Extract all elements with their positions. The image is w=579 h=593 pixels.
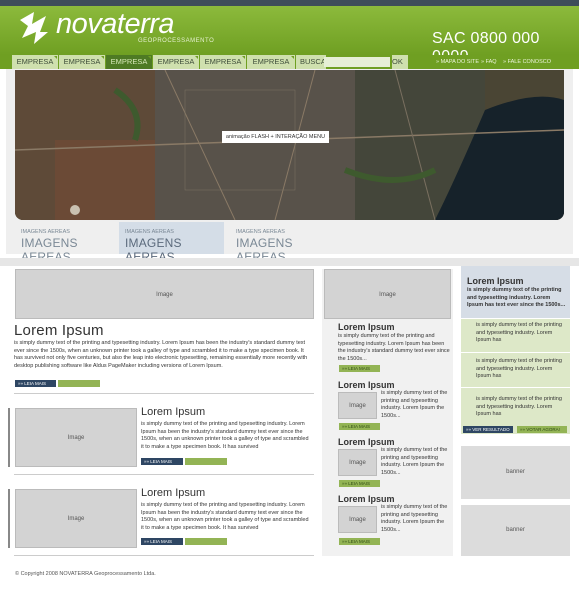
- lead-read-more-button[interactable]: »» LEIA MAIS: [15, 380, 56, 387]
- search-label: BUSCA: [296, 55, 326, 69]
- banner-2[interactable]: banner: [461, 505, 570, 556]
- middle-item-1-title[interactable]: Lorem Ipsum: [338, 380, 395, 390]
- hero-tab-1-small: IMAGENS AEREAS: [21, 229, 70, 235]
- item-1-title[interactable]: Lorem Ipsum: [141, 406, 205, 418]
- divider: [14, 393, 314, 394]
- item-2-title[interactable]: Lorem Ipsum: [141, 487, 205, 499]
- contact-link[interactable]: » FALE CONOSCO: [503, 59, 551, 65]
- middle-first-text: is simply dummy text of the printing and…: [338, 333, 450, 362]
- faq-link[interactable]: » FAQ: [481, 59, 497, 65]
- poll-option-1[interactable]: is simply dummy text of the printing and…: [476, 322, 566, 345]
- divider: [14, 474, 314, 475]
- middle-item-2-title[interactable]: Lorem Ipsum: [338, 437, 395, 447]
- divider-stripe: [0, 258, 579, 266]
- divider: [14, 555, 314, 556]
- middle-item-1-text: is simply dummy text of the printing and…: [381, 390, 448, 419]
- lead-text: is simply dummy text of the printing and…: [14, 340, 308, 369]
- search-input[interactable]: [324, 57, 390, 67]
- middle-item-2-read-more[interactable]: »» LEIA MAIS: [339, 480, 380, 487]
- nav-tab-empresa-6[interactable]: EMPRESA: [247, 55, 296, 69]
- item-2-read-more-button[interactable]: »» LEIA MAIS: [141, 538, 183, 545]
- lead-read-more-bar: [58, 380, 100, 387]
- divider: [461, 387, 570, 388]
- hero-tab-1[interactable]: IMAGENS AEREAS IMAGENS AEREAS: [15, 222, 119, 264]
- logo-icon[interactable]: [18, 10, 50, 46]
- middle-item-3-image[interactable]: Image: [338, 506, 377, 533]
- hero-tab-2[interactable]: IMAGENS AEREAS IMAGENS AEREAS: [119, 222, 224, 264]
- divider: [461, 318, 570, 319]
- middle-item-3-text: is simply dummy text of the printing and…: [381, 504, 448, 533]
- poll-option-3[interactable]: is simply dummy text of the printing and…: [476, 396, 566, 419]
- item-2-text: is simply dummy text of the printing and…: [141, 502, 309, 531]
- poll-option-2[interactable]: is simply dummy text of the printing and…: [476, 358, 566, 381]
- poll-question: is simply dummy text of the printing and…: [467, 287, 566, 308]
- lead-title[interactable]: Lorem Ipsum: [14, 322, 104, 339]
- flash-placeholder-label: animação FLASH + INTERAÇÃO MENU: [222, 131, 329, 143]
- hero-tab-3[interactable]: IMAGENS AEREAS IMAGENS AEREAS: [230, 222, 340, 264]
- hero-tab-3-small: IMAGENS AEREAS: [236, 229, 285, 235]
- nav-tab-empresa-1[interactable]: EMPRESA: [12, 55, 59, 69]
- poll-title: Lorem Ipsum: [467, 276, 524, 286]
- item-2-marker: [8, 489, 10, 548]
- item-2-image[interactable]: Image: [15, 489, 137, 548]
- item-1-image[interactable]: Image: [15, 408, 137, 467]
- poll-result-button[interactable]: »» VER RESULTADO: [463, 426, 513, 433]
- item-2-read-more-bar: [185, 538, 227, 545]
- satellite-map-image[interactable]: [15, 70, 564, 220]
- nav-tab-empresa-3[interactable]: EMPRESA: [106, 55, 153, 69]
- logo-text[interactable]: novaterra: [56, 8, 175, 40]
- item-1-read-more-button[interactable]: »» LEIA MAIS: [141, 458, 183, 465]
- copyright: © Copyright 2008 NOVATERRA Geoprocessame…: [15, 571, 156, 577]
- nav-tab-empresa-4[interactable]: EMPRESA: [153, 55, 200, 69]
- divider: [461, 352, 570, 353]
- nav-tab-empresa-5[interactable]: EMPRESA: [200, 55, 247, 69]
- search-ok-button[interactable]: OK: [392, 55, 408, 69]
- lead-image[interactable]: Image: [15, 269, 314, 319]
- site-map-link[interactable]: » MAPA DO SITE: [436, 59, 479, 65]
- middle-item-3-read-more[interactable]: »» LEIA MAIS: [339, 538, 380, 545]
- hero-tab-2-small: IMAGENS AEREAS: [125, 229, 174, 235]
- nav-tab-empresa-2[interactable]: EMPRESA: [59, 55, 106, 69]
- poll-vote-button[interactable]: »» VOTAR AGORA!: [517, 426, 567, 433]
- middle-item-3-title[interactable]: Lorem Ipsum: [338, 494, 395, 504]
- item-1-marker: [8, 408, 10, 467]
- middle-item-1-read-more[interactable]: »» LEIA MAIS: [339, 423, 380, 430]
- middle-item-1-image[interactable]: Image: [338, 392, 377, 419]
- logo-subtitle: GEOPROCESSAMENTO: [138, 38, 215, 44]
- banner-1[interactable]: banner: [461, 446, 570, 499]
- item-1-text: is simply dummy text of the printing and…: [141, 421, 309, 450]
- middle-first-title[interactable]: Lorem Ipsum: [338, 322, 395, 332]
- middle-item-2-text: is simply dummy text of the printing and…: [381, 447, 448, 476]
- middle-item-2-image[interactable]: Image: [338, 449, 377, 476]
- middle-image[interactable]: Image: [324, 269, 451, 319]
- middle-first-read-more[interactable]: »» LEIA MAIS: [339, 365, 380, 372]
- item-1-read-more-bar: [185, 458, 227, 465]
